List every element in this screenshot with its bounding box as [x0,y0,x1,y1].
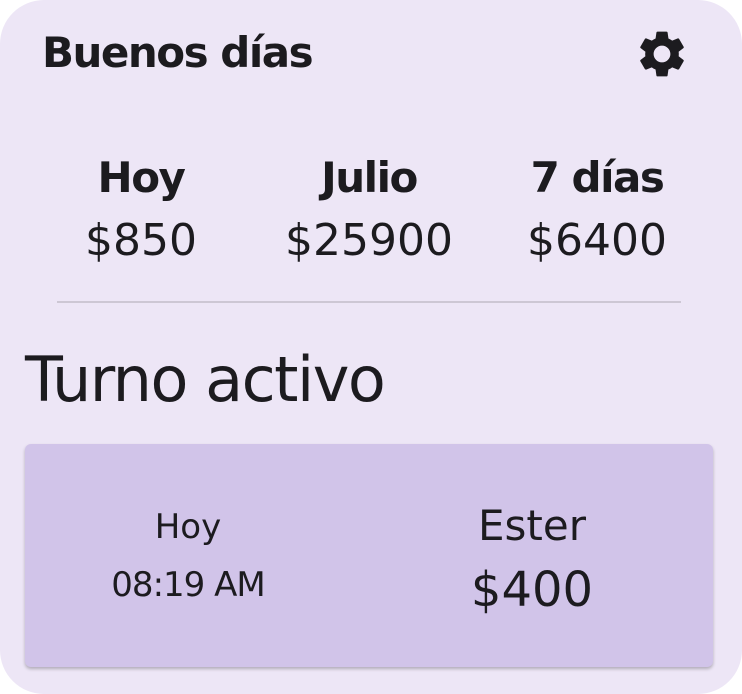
divider [57,301,681,303]
stat-week: 7 días $6400 [527,148,667,274]
stat-today-value: $850 [85,215,197,266]
dashboard-widget: Buenos días Hoy $850 Julio $25900 7 días… [0,0,742,694]
settings-button[interactable] [632,26,692,82]
shift-day: Hoy [154,507,222,547]
greeting-title: Buenos días [42,28,314,77]
active-shift-title: Turno activo [25,343,386,416]
shift-amount: $400 [470,562,594,618]
shift-time: 08:19 AM [111,565,265,605]
stat-today-label: Hoy [97,153,186,202]
shift-name: Ester [478,501,586,550]
stat-month-label: Julio [321,153,418,202]
stat-week-value: $6400 [527,215,667,266]
active-shift-card[interactable]: Hoy 08:19 AM Ester $400 [25,444,713,667]
shift-start: Hoy 08:19 AM [111,504,265,620]
stat-month-value: $25900 [285,215,453,266]
stat-today: Hoy $850 [85,148,197,274]
stat-month: Julio $25900 [285,148,453,274]
shift-details: Ester $400 [471,498,593,626]
gear-icon [640,31,684,77]
stat-week-label: 7 días [530,153,665,202]
